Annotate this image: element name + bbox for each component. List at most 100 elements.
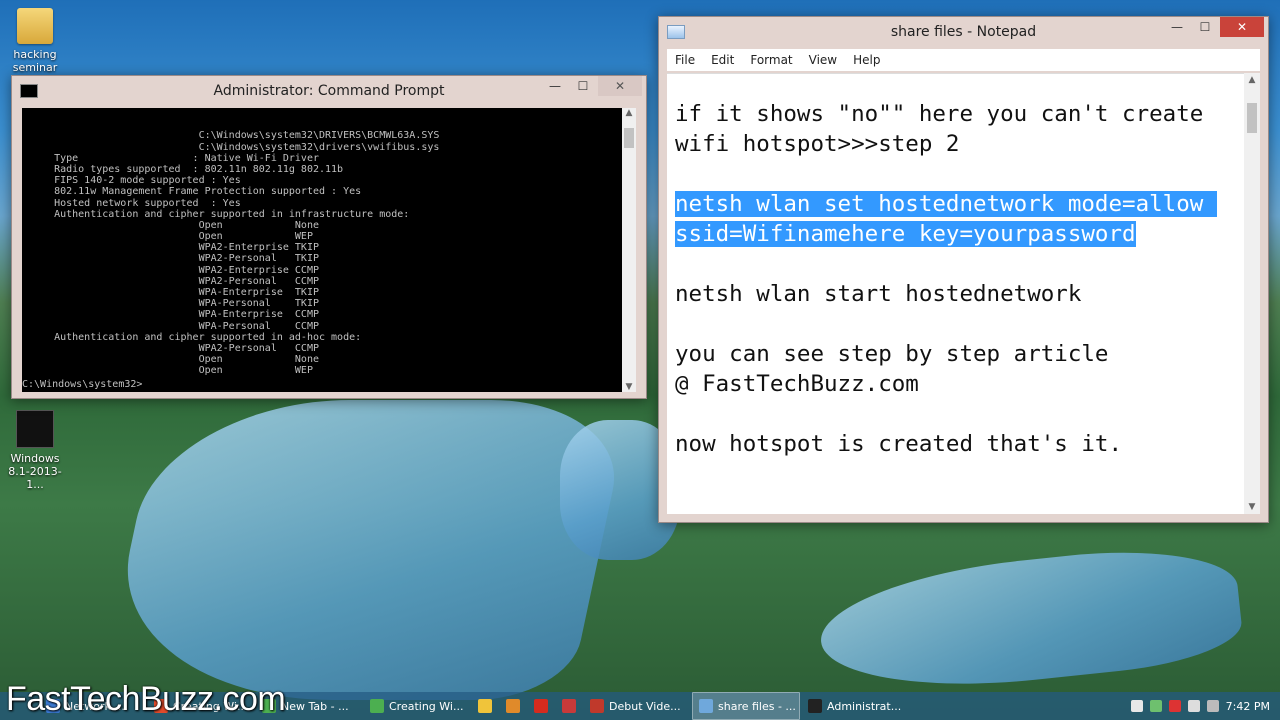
volume-icon[interactable] <box>1187 700 1200 712</box>
notepad-text-line <box>675 399 1244 429</box>
notepad-scrollbar[interactable]: ▲ ▼ <box>1244 73 1260 514</box>
taskbar-button[interactable] <box>528 693 554 719</box>
scroll-down-icon[interactable]: ▼ <box>622 382 636 392</box>
menu-format[interactable]: Format <box>742 53 800 67</box>
notepad-title: share files - Notepad <box>890 24 1037 40</box>
scroll-up-icon[interactable]: ▲ <box>1244 75 1260 85</box>
desktop-wallpaper-water <box>98 400 632 700</box>
close-button[interactable]: ✕ <box>1220 17 1264 37</box>
antivirus-icon[interactable] <box>1168 700 1181 712</box>
cmd-output-line: C:\Windows\system32\drivers\vwifibus.sys <box>30 141 440 153</box>
cmd-output-line: WPA2-Enterprise CCMP <box>30 264 319 276</box>
desktop-icon-folder[interactable]: hacking seminar <box>0 8 70 74</box>
scroll-thumb[interactable] <box>1247 103 1257 133</box>
taskbar-button-label: Debut Vide... <box>609 699 681 713</box>
cmd-title: Administrator: Command Prompt <box>213 83 445 99</box>
minimize-button[interactable]: — <box>542 76 568 96</box>
notepad-menubar: File Edit Format View Help <box>667 49 1260 71</box>
disc-image-icon <box>16 410 54 448</box>
scroll-up-icon[interactable]: ▲ <box>622 108 636 118</box>
scroll-down-icon[interactable]: ▼ <box>1244 502 1260 512</box>
cmd-prompt: C:\Windows\system32> <box>22 378 143 390</box>
desktop-wallpaper-water <box>814 538 1246 702</box>
cmd-output-line: WPA2-Personal CCMP <box>30 342 319 354</box>
notepad-text-area[interactable]: if it shows "no"" here you can't create w… <box>667 73 1244 514</box>
cmd-output-line: Radio types supported : 802.11n 802.11g … <box>30 163 344 175</box>
taskbar-button[interactable] <box>472 693 498 719</box>
cmd-output-line: Type : Native Wi-Fi Driver <box>30 152 319 164</box>
clock[interactable]: 7:42 PM <box>1226 700 1270 713</box>
app-icon <box>478 699 492 713</box>
app-icon <box>699 699 713 713</box>
cmd-output-line: WPA-Enterprise CCMP <box>30 309 319 321</box>
notepad-window[interactable]: share files - Notepad — ☐ ✕ File Edit Fo… <box>658 16 1269 523</box>
taskbar-button-label: Creating Wi... <box>389 699 464 713</box>
line-text: netsh wlan start hostednetwork <box>675 281 1082 307</box>
desktop-icon-label: hacking seminar <box>12 48 58 74</box>
notepad-text-line <box>675 249 1244 279</box>
app-icon <box>808 699 822 713</box>
maximize-button[interactable]: ☐ <box>1192 17 1218 37</box>
line-text: @ FastTechBuzz.com <box>675 371 919 397</box>
selected-text: netsh wlan set hostednetwork mode=allow <box>675 191 1217 217</box>
notepad-text-line: netsh wlan set hostednetwork mode=allow <box>675 189 1244 219</box>
cmd-output-line: 802.11w Management Frame Protection supp… <box>30 186 362 198</box>
scroll-thumb[interactable] <box>624 128 634 148</box>
taskbar-button-label: share files - ... <box>718 699 796 713</box>
desktop-icon-label: Windows 8.1-2013-1... <box>8 452 62 491</box>
menu-view[interactable]: View <box>801 53 845 67</box>
taskbar-button[interactable]: Creating Wi... <box>364 693 470 719</box>
cmd-output-line: WPA-Personal TKIP <box>30 298 319 310</box>
app-icon <box>370 699 384 713</box>
menu-help[interactable]: Help <box>845 53 888 67</box>
watermark-text: FastTechBuzz.com <box>6 680 286 718</box>
notepad-text-line: netsh wlan start hostednetwork <box>675 279 1244 309</box>
system-tray: 7:42 PM <box>1130 692 1280 720</box>
notepad-app-icon <box>667 25 685 39</box>
taskbar-button-label: Administrat... <box>827 699 902 713</box>
desktop-icon-windows-iso[interactable]: Windows 8.1-2013-1... <box>0 410 70 491</box>
cmd-scrollbar[interactable]: ▲ ▼ <box>622 108 636 392</box>
taskbar-button[interactable]: Administrat... <box>802 693 908 719</box>
line-text: you can see step by step article <box>675 341 1109 367</box>
cmd-output-line: Open WEP <box>30 365 313 377</box>
cmd-output-line: WPA-Enterprise TKIP <box>30 287 319 299</box>
app-icon <box>534 699 548 713</box>
app-icon <box>506 699 520 713</box>
up-arrow-icon[interactable] <box>1130 700 1143 712</box>
network-icon[interactable] <box>1149 700 1162 712</box>
selected-text: ssid=Wifinamehere key=yourpassword <box>675 221 1136 247</box>
line-text: if it shows "no"" here you can't create <box>675 101 1204 127</box>
taskbar-button[interactable]: share files - ... <box>692 692 800 720</box>
taskbar-button[interactable] <box>500 693 526 719</box>
minimize-button[interactable]: — <box>1164 17 1190 37</box>
notepad-text-line: now hotspot is created that's it. <box>675 429 1244 459</box>
flag-icon[interactable] <box>1206 700 1219 712</box>
taskbar-button[interactable]: Debut Vide... <box>584 693 690 719</box>
notepad-text-line: wifi hotspot>>>step 2 <box>675 129 1244 159</box>
cmd-output-line: WPA2-Personal TKIP <box>30 253 319 265</box>
maximize-button[interactable]: ☐ <box>570 76 596 96</box>
menu-edit[interactable]: Edit <box>703 53 742 67</box>
close-button[interactable]: ✕ <box>598 76 642 96</box>
app-icon <box>562 699 576 713</box>
notepad-text-line: @ FastTechBuzz.com <box>675 369 1244 399</box>
command-prompt-window[interactable]: Administrator: Command Prompt — ☐ ✕ C:\W… <box>11 75 647 399</box>
notepad-text-line: ssid=Wifinamehere key=yourpassword <box>675 219 1244 249</box>
cmd-output-line: WPA2-Enterprise TKIP <box>30 242 319 254</box>
cmd-console-output[interactable]: C:\Windows\system32\DRIVERS\BCMWL63A.SYS… <box>22 108 622 392</box>
taskbar-button[interactable] <box>556 693 582 719</box>
menu-file[interactable]: File <box>667 53 703 67</box>
app-icon <box>590 699 604 713</box>
cmd-output-line: Authentication and cipher supported in i… <box>30 208 410 220</box>
taskbar-button-label: New Tab - ... <box>281 699 349 713</box>
cmd-output-line: Open None <box>30 354 319 366</box>
notepad-text-line <box>675 309 1244 339</box>
cmd-output-line: Open None <box>30 219 319 231</box>
notepad-titlebar[interactable]: share files - Notepad — ☐ ✕ <box>659 17 1268 47</box>
line-text: wifi hotspot>>>step 2 <box>675 131 960 157</box>
folder-icon <box>17 8 53 44</box>
notepad-text-line: if it shows "no"" here you can't create <box>675 99 1244 129</box>
cmd-output-line: Authentication and cipher supported in a… <box>30 331 362 343</box>
cmd-titlebar[interactable]: Administrator: Command Prompt — ☐ ✕ <box>12 76 646 106</box>
